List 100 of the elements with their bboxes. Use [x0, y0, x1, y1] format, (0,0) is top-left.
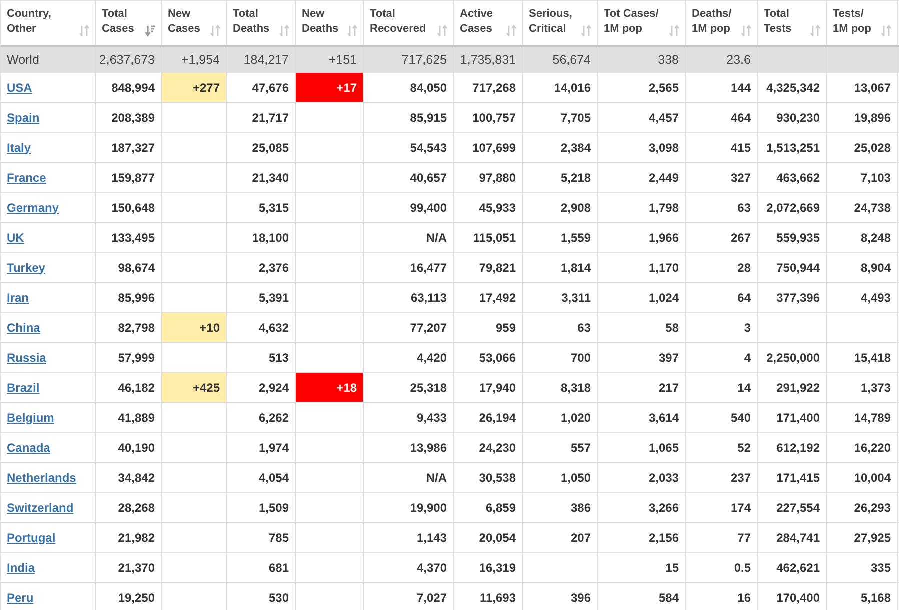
table-cell: 6,262: [227, 403, 296, 432]
column-header[interactable]: Total Recovered: [364, 1, 454, 45]
table-cell: 700: [523, 343, 598, 372]
table-cell: 3,614: [598, 403, 686, 432]
table-cell: 237: [686, 463, 758, 492]
table-cell: 3: [686, 313, 758, 342]
table-cell: 463,662: [758, 163, 827, 192]
table-cell: 23.6: [686, 47, 758, 72]
table-cell: 7,027: [364, 583, 454, 610]
country-link[interactable]: China: [7, 320, 40, 334]
sort-icon: [669, 25, 680, 37]
table-cell: 58: [598, 313, 686, 342]
table-cell: 28: [686, 253, 758, 282]
table-cell: +151: [296, 47, 364, 72]
column-header[interactable]: Total Tests: [758, 1, 827, 45]
sort-icon: [79, 25, 90, 37]
column-header[interactable]: Tot Cases/ 1M pop: [598, 1, 686, 45]
table-cell: 170,400: [758, 583, 827, 610]
country-link[interactable]: Italy: [7, 140, 32, 154]
table-cell: 1,170: [598, 253, 686, 282]
table-cell: 171,400: [758, 403, 827, 432]
table-cell: 4,370: [364, 553, 454, 582]
table-cell: 3,311: [523, 283, 598, 312]
table-cell: 386: [523, 493, 598, 522]
table-cell: 1,966: [598, 223, 686, 252]
table-cell: 0.5: [686, 553, 758, 582]
country-link[interactable]: Iran: [7, 290, 30, 304]
table-cell: 25,085: [227, 133, 296, 162]
sort-icon: [506, 25, 517, 37]
table-cell: 85,996: [96, 283, 162, 312]
country-link[interactable]: Netherlands: [7, 470, 76, 484]
table-cell: 18,100: [227, 223, 296, 252]
table-cell: 335: [827, 553, 898, 582]
table-cell: 85,915: [364, 103, 454, 132]
table-cell: 171,415: [758, 463, 827, 492]
column-header[interactable]: Total Deaths: [227, 1, 296, 45]
table-cell: 1,798: [598, 193, 686, 222]
table-cell: 5,391: [227, 283, 296, 312]
table-cell: 530: [227, 583, 296, 610]
table-cell: 184,217: [227, 47, 296, 72]
table-cell: 30,538: [454, 463, 523, 492]
country-link[interactable]: India: [7, 560, 36, 574]
table-cell: 19,900: [364, 493, 454, 522]
country-link[interactable]: Turkey: [7, 260, 46, 274]
country-link[interactable]: Brazil: [7, 380, 40, 394]
table-cell: 5,218: [523, 163, 598, 192]
table-cell: 97,880: [454, 163, 523, 192]
country-link[interactable]: Portugal: [7, 530, 56, 544]
table-cell: 99,400: [364, 193, 454, 222]
table-cell: 1,509: [227, 493, 296, 522]
table-cell: 208,389: [96, 103, 162, 132]
column-header[interactable]: Total Cases: [96, 1, 162, 45]
table-cell: 41,889: [96, 403, 162, 432]
column-header[interactable]: New Deaths: [296, 1, 364, 45]
table-cell: 14: [686, 373, 758, 402]
table-cell: 4,457: [598, 103, 686, 132]
country-link[interactable]: Spain: [7, 110, 40, 124]
table-cell: 2,033: [598, 463, 686, 492]
table-cell: 159,877: [96, 163, 162, 192]
country-link[interactable]: Germany: [7, 200, 60, 214]
table-cell: 377,396: [758, 283, 827, 312]
column-header[interactable]: Country, Other: [1, 1, 96, 45]
country-link[interactable]: Peru: [7, 590, 34, 604]
table-cell: 6,859: [454, 493, 523, 522]
country-link[interactable]: France: [7, 170, 46, 184]
table-cell: World: [1, 47, 96, 72]
table-cell: 513: [227, 343, 296, 372]
table-cell: 77: [686, 523, 758, 552]
table-cell: 338: [598, 47, 686, 72]
sort-icon: [581, 25, 592, 37]
table-cell: 56,674: [523, 47, 598, 72]
table-cell: +18: [296, 373, 364, 402]
table-cell: 24,738: [827, 193, 898, 222]
country-link[interactable]: Belgium: [7, 410, 54, 424]
country-link[interactable]: Canada: [7, 440, 50, 454]
table-cell: 144: [686, 73, 758, 102]
table-cell: 3,266: [598, 493, 686, 522]
table-cell: 7,103: [827, 163, 898, 192]
table-cell: 1,814: [523, 253, 598, 282]
table-cell: 98,674: [96, 253, 162, 282]
table-cell: 1,373: [827, 373, 898, 402]
column-header[interactable]: New Cases: [162, 1, 227, 45]
country-link[interactable]: UK: [7, 230, 24, 244]
table-cell: 187,327: [96, 133, 162, 162]
table-cell: 107,699: [454, 133, 523, 162]
sort-icon: [279, 25, 290, 37]
table-cell: 15: [598, 553, 686, 582]
table-cell: 14,789: [827, 403, 898, 432]
column-header[interactable]: Tests/ 1M pop: [827, 1, 898, 45]
country-link[interactable]: Switzerland: [7, 500, 74, 514]
table-cell: 7,705: [523, 103, 598, 132]
column-header[interactable]: Active Cases: [454, 1, 523, 45]
table-cell: 16: [686, 583, 758, 610]
country-link[interactable]: USA: [7, 80, 32, 94]
table-cell: 17,492: [454, 283, 523, 312]
column-header[interactable]: Serious, Critical: [523, 1, 598, 45]
table-cell: 79,821: [454, 253, 523, 282]
table-cell: 4,632: [227, 313, 296, 342]
column-header[interactable]: Deaths/ 1M pop: [686, 1, 758, 45]
country-link[interactable]: Russia: [7, 350, 46, 364]
